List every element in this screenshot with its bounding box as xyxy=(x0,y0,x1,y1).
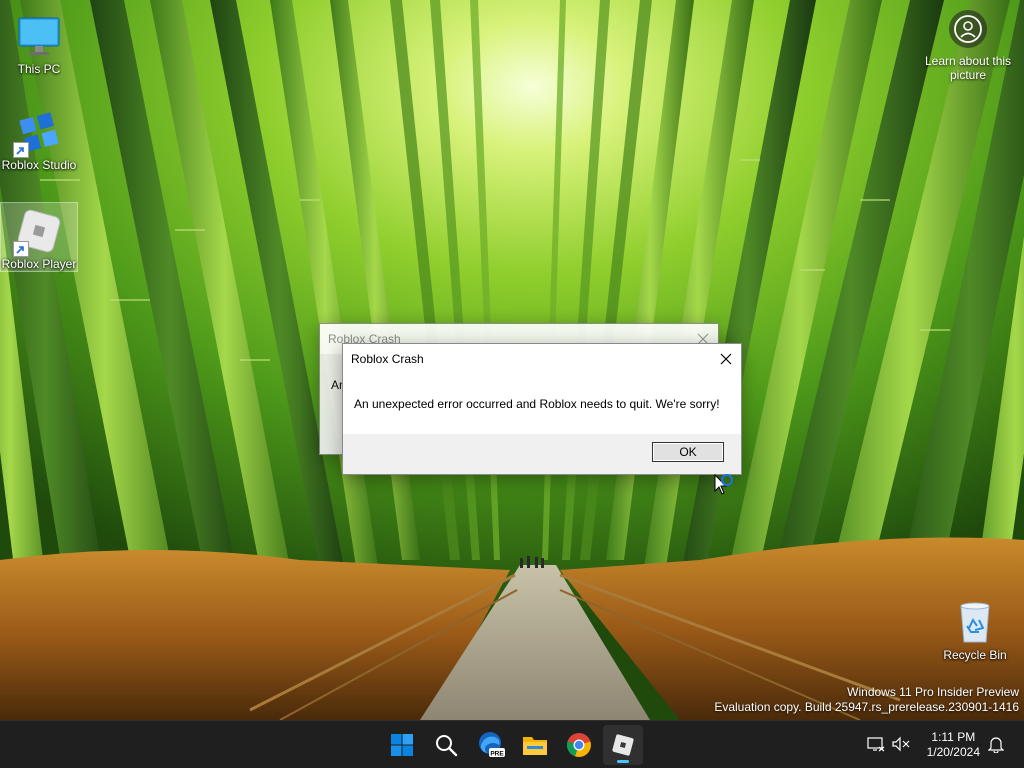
mouse-cursor-busy-icon xyxy=(714,474,733,495)
dialog-title: Roblox Crash xyxy=(351,352,424,366)
watermark-line-1: Windows 11 Pro Insider Preview xyxy=(847,685,1019,699)
os-watermark: Windows 11 Pro Insider Preview Evaluatio… xyxy=(714,685,1019,715)
active-app-indicator xyxy=(617,760,629,763)
desktop-icon-label: Roblox Studio xyxy=(1,158,77,172)
recycle-bin-icon xyxy=(951,598,999,646)
roblox-player-icon xyxy=(13,207,63,257)
camera-icon xyxy=(949,10,987,48)
shortcut-arrow-icon xyxy=(13,142,29,158)
desktop-icon-recycle-bin[interactable]: Recycle Bin xyxy=(937,594,1013,662)
roblox-studio-icon xyxy=(13,108,63,158)
chrome-icon xyxy=(566,733,591,757)
file-explorer-button[interactable] xyxy=(515,725,555,765)
monitor-icon xyxy=(15,12,63,60)
search-icon xyxy=(436,735,458,757)
volume-muted-icon[interactable] xyxy=(891,734,911,754)
ok-button[interactable]: OK xyxy=(652,442,724,462)
dialog-titlebar[interactable]: Roblox Crash xyxy=(343,344,741,374)
shortcut-arrow-icon xyxy=(13,241,29,257)
taskbar: PRE 1:11 PM 1/20/2024 xyxy=(0,720,1024,768)
desktop-icon-label: This PC xyxy=(17,62,61,76)
desktop-icon-roblox-player[interactable]: Roblox Player xyxy=(0,202,78,272)
desktop-icon-label: Recycle Bin xyxy=(943,648,1007,662)
desktop-icon-label: Roblox Player xyxy=(1,257,77,271)
edge-beta-icon: PRE xyxy=(479,732,505,758)
roblox-icon xyxy=(612,734,634,756)
search-button[interactable] xyxy=(426,725,466,765)
clock[interactable]: 1:11 PM 1/20/2024 xyxy=(927,730,980,760)
start-button[interactable] xyxy=(382,725,422,765)
dialog-body: An unexpected error occurred and Roblox … xyxy=(343,374,741,434)
edge-badge-text: PRE xyxy=(490,751,504,758)
desktop[interactable]: This PC Roblox Studio Roblox Player Recy… xyxy=(0,0,1024,720)
desktop-icon-this-pc[interactable]: This PC xyxy=(1,8,77,76)
roblox-crash-dialog[interactable]: Roblox Crash An unexpected error occurre… xyxy=(342,343,742,475)
network-icon[interactable] xyxy=(866,734,886,754)
learn-about-picture[interactable]: Learn about this picture xyxy=(920,10,1016,82)
notification-bell-icon[interactable] xyxy=(986,734,1006,754)
clock-date: 1/20/2024 xyxy=(926,745,980,759)
dialog-message: An unexpected error occurred and Roblox … xyxy=(354,397,720,411)
watermark-line-2: Evaluation copy. Build 25947.rs_prerelea… xyxy=(714,700,1019,714)
roblox-button[interactable] xyxy=(603,725,643,765)
clock-time: 1:11 PM xyxy=(931,730,976,744)
chrome-button[interactable] xyxy=(559,725,599,765)
learn-about-label: Learn about this picture xyxy=(924,54,1012,82)
windows-start-icon xyxy=(391,734,413,756)
dialog-button-bar: OK xyxy=(343,434,741,473)
close-icon[interactable] xyxy=(711,344,741,374)
desktop-icon-roblox-studio[interactable]: Roblox Studio xyxy=(1,104,77,172)
edge-beta-button[interactable]: PRE xyxy=(471,725,511,765)
file-explorer-icon xyxy=(523,737,547,755)
